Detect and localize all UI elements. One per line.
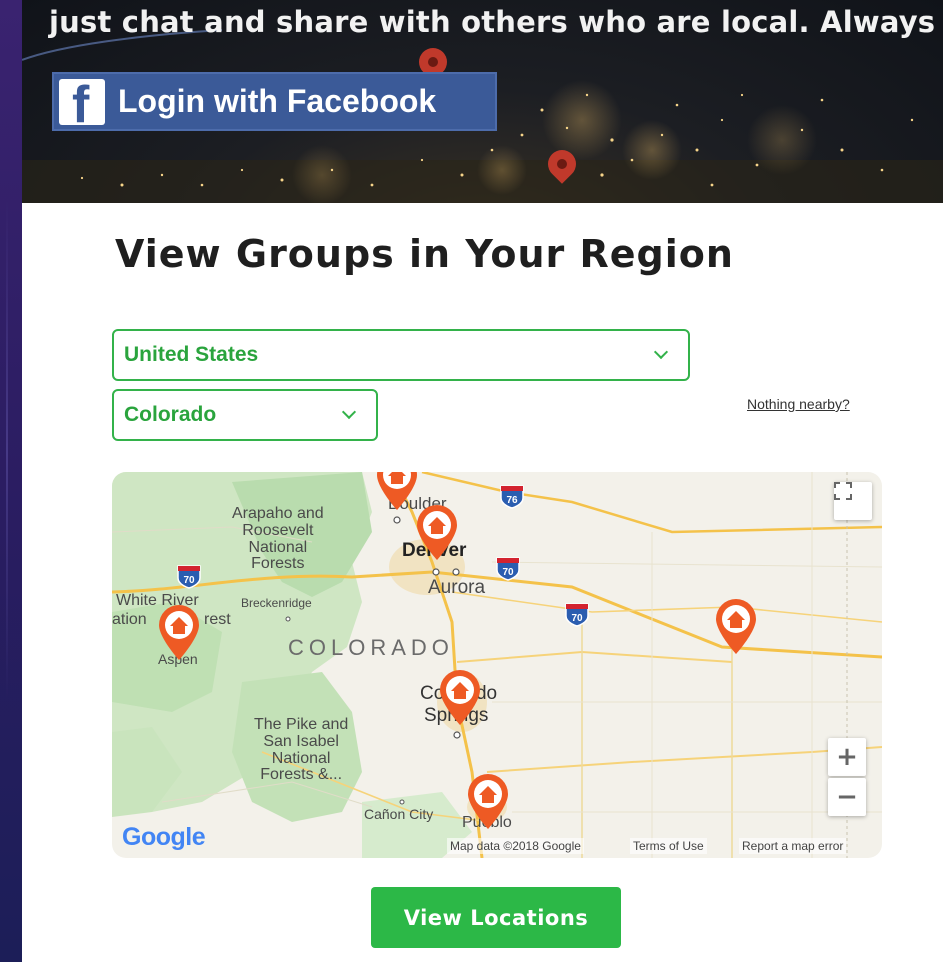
interstate-76-shield: 76 — [500, 485, 524, 509]
view-locations-button[interactable]: View Locations — [371, 887, 621, 948]
fullscreen-icon — [834, 482, 852, 500]
map-label-pike-forest: The Pike and San Isabel National Forests &.… — [254, 716, 349, 784]
map-label-canon-city: Cañon City — [364, 806, 434, 822]
fullscreen-button[interactable] — [834, 482, 872, 520]
interstate-70-shield: 70 — [177, 565, 201, 589]
chevron-down-icon — [653, 344, 669, 360]
country-select-value: United States — [124, 343, 259, 366]
region-map[interactable]: 76 70 70 70 Arapaho and Roosevelt Nation… — [112, 472, 882, 858]
left-background-strip — [0, 0, 22, 962]
map-label-arapaho: Arapaho and Roosevelt National Forests — [232, 505, 324, 573]
location-pin-aspen[interactable] — [156, 604, 202, 662]
svg-text:76: 76 — [506, 495, 518, 506]
terms-of-use-link[interactable]: Terms of Use — [630, 838, 707, 854]
hero-banner: just chat and share with others who are … — [22, 0, 943, 203]
location-pin-pueblo[interactable] — [465, 773, 511, 831]
google-logo: Google — [122, 823, 206, 852]
map-label-ation: ation — [112, 611, 147, 628]
region-panel: View Groups in Your Region United States… — [22, 203, 943, 962]
hero-tagline: just chat and share with others who are … — [49, 5, 943, 39]
map-label-aurora: Aurora — [428, 577, 486, 598]
page-title: View Groups in Your Region — [115, 232, 734, 276]
state-select[interactable]: Colorado — [112, 389, 378, 441]
chevron-down-icon — [341, 404, 357, 420]
google-logo-text: Google — [122, 823, 206, 851]
svg-text:70: 70 — [183, 575, 195, 586]
facebook-button-label: Login with Facebook — [118, 83, 437, 119]
nothing-nearby-link[interactable]: Nothing nearby? — [747, 396, 850, 412]
map-label-colorado-state: COLORADO — [288, 635, 454, 660]
map-label-rest: rest — [204, 611, 231, 628]
interstate-70-shield: 70 — [496, 557, 520, 581]
report-map-error-link[interactable]: Report a map error — [739, 838, 847, 854]
interstate-70-shield: 70 — [565, 603, 589, 627]
country-select[interactable]: United States — [112, 329, 690, 381]
login-with-facebook-button[interactable]: f Login with Facebook — [52, 72, 497, 131]
map-attribution: Map data ©2018 Google — [447, 838, 584, 854]
state-select-value: Colorado — [124, 403, 217, 426]
zoom-in-button[interactable]: + — [828, 738, 866, 776]
location-pin-colorado-springs[interactable] — [437, 669, 483, 727]
zoom-out-button[interactable]: − — [828, 778, 866, 816]
map-label-breckenridge: Breckenridge — [241, 596, 312, 610]
location-pin-east[interactable] — [713, 598, 759, 656]
svg-text:70: 70 — [502, 567, 514, 578]
svg-text:70: 70 — [571, 613, 583, 624]
facebook-icon: f — [59, 78, 105, 131]
location-pin-denver[interactable] — [414, 504, 460, 562]
